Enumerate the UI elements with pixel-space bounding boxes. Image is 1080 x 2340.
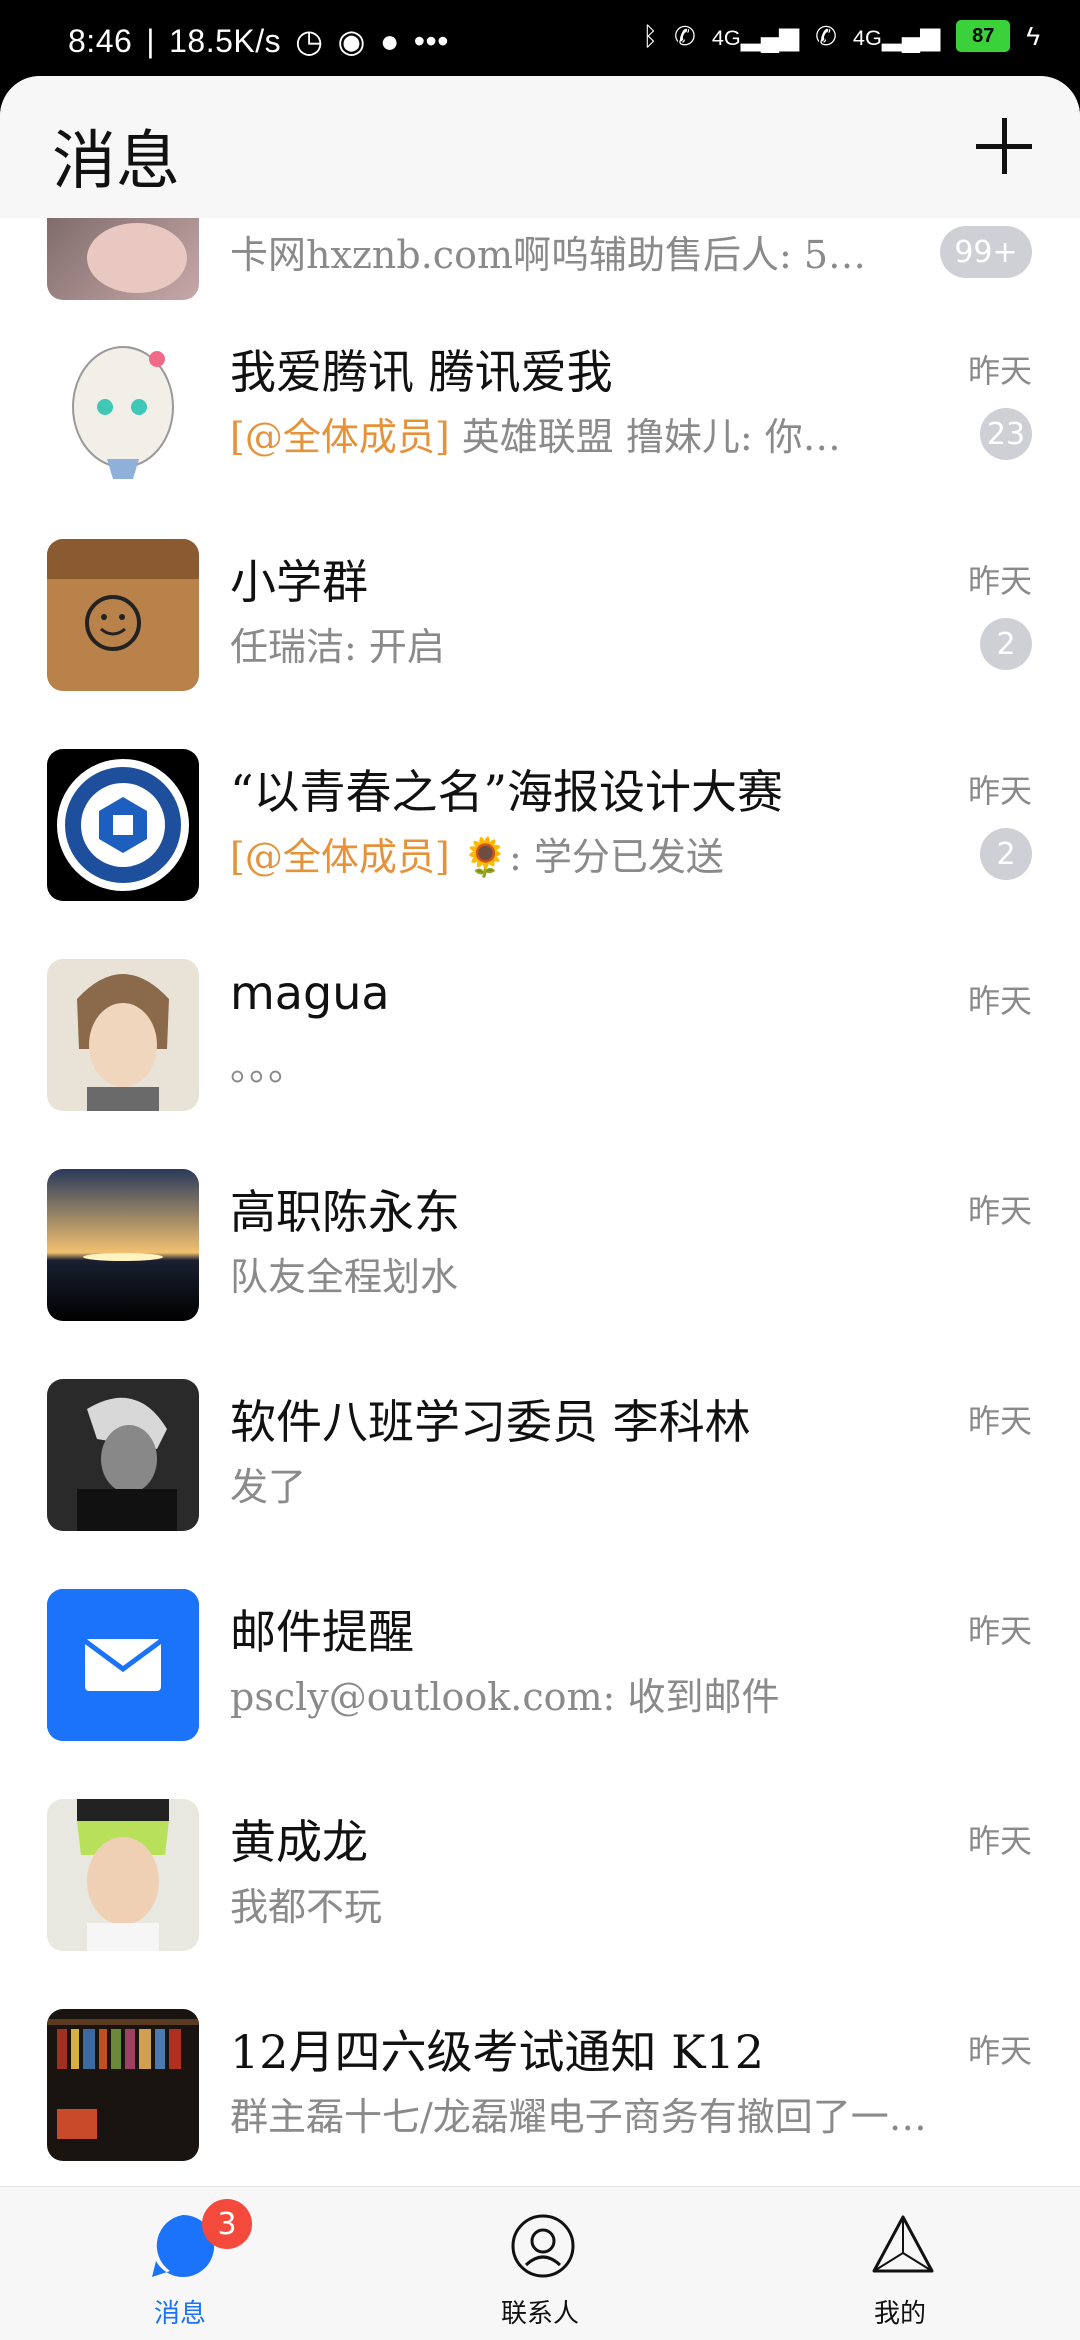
weibo-icon: ◉ [337, 23, 366, 59]
avatar [47, 1379, 199, 1531]
unread-count-badge: 3 [202, 2199, 252, 2249]
bottom-tab-bar: 3 消息 联系人 我的 [0, 2186, 1080, 2340]
preview-text: 英雄联盟 撸妹儿: 你… [449, 415, 841, 459]
avatar [47, 1169, 199, 1321]
conversation-time: 昨天 [967, 772, 1032, 810]
conversation-time: 昨天 [967, 562, 1032, 600]
status-left: 8:46 | 18.5K/s ◷ ◉ ● ••• [68, 22, 449, 60]
avatar [47, 329, 199, 481]
mail-icon [47, 1589, 199, 1741]
unread-badge: 23 [980, 408, 1032, 460]
conversation-time: 昨天 [967, 1192, 1032, 1230]
preview-text: 🌻: 学分已发送 [449, 835, 724, 879]
tab-label: 消息 [153, 2299, 206, 2329]
conversation-preview: 卡网hxznb.com啊呜辅助售后人: 5… [230, 233, 867, 277]
conversation-name: 小学群 [230, 555, 368, 609]
conversation-name: 高职陈永东 [230, 1185, 460, 1239]
top-bar: 消息 [0, 76, 1080, 218]
avatar [47, 749, 199, 901]
status-speed: 18.5K/s [169, 22, 282, 59]
conversation-preview: 我都不玩 [230, 1885, 383, 1929]
conversation-preview: pscly@outlook.com: 收到邮件 [230, 1675, 780, 1719]
tab-label: 我的 [873, 2299, 926, 2329]
conversation-item-poster-contest[interactable]: “以青春之名”海报设计大赛 [@全体成员] 🌻: 学分已发送 昨天 2 [0, 720, 1080, 930]
messages-screen: 消息 卡网hxznb.com啊呜辅助售后人: 5… 99+ 我爱腾讯 腾讯爱我 … [0, 76, 1080, 2340]
unread-badge: 2 [980, 618, 1032, 670]
me-triangle-icon [872, 2215, 934, 2273]
bluetooth-icon: ᛒ [642, 20, 659, 51]
conversation-time: 昨天 [967, 1822, 1032, 1860]
page-title: 消息 [52, 125, 180, 199]
tab-label: 联系人 [500, 2299, 579, 2329]
conversation-preview: 队友全程划水 [230, 1255, 459, 1299]
mention-tag: [@全体成员] [230, 415, 450, 459]
mention-tag: [@全体成员] [230, 835, 450, 879]
conversation-item-likelin[interactable]: 软件八班学习委员 李科林 发了 昨天 [0, 1350, 1080, 1560]
conversation-name: “以青春之名”海报设计大赛 [230, 765, 784, 819]
conversation-time: 昨天 [967, 1612, 1032, 1650]
tab-me[interactable]: 我的 [720, 2187, 1080, 2340]
status-time: 8:46 [68, 22, 133, 59]
conversation-preview: 群主磊十七/龙磊耀电子商务有撤回了一… [230, 2095, 927, 2139]
more-notifications-icon: ••• [413, 22, 449, 59]
conversation-item-huangchenglong[interactable]: 黄成龙 我都不玩 昨天 [0, 1770, 1080, 1980]
conversation-time: 昨天 [967, 982, 1032, 1020]
signal1-icon: 4G▂▄▆ [711, 20, 800, 51]
conversation-time: 昨天 [967, 1402, 1032, 1440]
wechat-icon: ● [379, 22, 400, 59]
alarm-icon: ◷ [295, 23, 324, 59]
conversation-item-kawang[interactable]: 卡网hxznb.com啊呜辅助售后人: 5… 99+ [0, 218, 1080, 300]
avatar [47, 218, 199, 300]
plus-icon[interactable] [976, 118, 1032, 174]
status-bar: 8:46 | 18.5K/s ◷ ◉ ● ••• ᛒ ✆ 4G▂▄▆ ✆ 4G▂… [0, 0, 1080, 80]
conversation-preview: 发了 [230, 1465, 307, 1509]
network1-label: 4G [711, 24, 741, 50]
conversation-preview: [@全体成员] 🌻: 学分已发送 [230, 826, 724, 881]
conversation-preview: 。。。 [230, 1045, 307, 1089]
avatar [47, 2009, 199, 2161]
conversation-item-woaitengxun[interactable]: 我爱腾讯 腾讯爱我 [@全体成员] 英雄联盟 撸妹儿: 你… 昨天 23 [0, 300, 1080, 510]
status-right: ᛒ ✆ 4G▂▄▆ ✆ 4G▂▄▆ 87 ϟ [642, 20, 1040, 52]
tab-contacts[interactable]: 联系人 [360, 2187, 720, 2340]
charging-icon: ϟ [1026, 20, 1040, 51]
call2-icon: ✆ [815, 20, 837, 51]
conversation-name: magua [230, 966, 390, 1020]
contacts-icon [511, 2214, 575, 2278]
unread-badge: 99+ [940, 226, 1032, 278]
conversation-name: 软件八班学习委员 李科林 [230, 1395, 751, 1449]
conversation-name: 黄成龙 [230, 1815, 368, 1869]
conversation-name: 我爱腾讯 腾讯爱我 [230, 345, 613, 399]
conversation-preview: 任瑞洁: 开启 [230, 625, 445, 669]
conversation-item-xiaoxuequn[interactable]: 小学群 任瑞洁: 开启 昨天 2 [0, 510, 1080, 720]
conversation-item-gaozhi[interactable]: 高职陈永东 队友全程划水 昨天 [0, 1140, 1080, 1350]
unread-badge: 2 [980, 828, 1032, 880]
avatar [47, 1799, 199, 1951]
conversation-time: 昨天 [967, 2032, 1032, 2070]
status-separator: | [146, 22, 156, 59]
signal2-icon: 4G▂▄▆ [852, 20, 941, 51]
conversation-preview: [@全体成员] 英雄联盟 撸妹儿: 你… [230, 406, 841, 461]
conversation-name: 12月四六级考试通知 K12 [230, 2025, 765, 2079]
conversation-item-mail-reminder[interactable]: 邮件提醒 pscly@outlook.com: 收到邮件 昨天 [0, 1560, 1080, 1770]
tab-messages[interactable]: 3 消息 [0, 2187, 360, 2340]
conversation-item-cet-notice[interactable]: 12月四六级考试通知 K12 群主磊十七/龙磊耀电子商务有撤回了一… 昨天 [0, 1980, 1080, 2190]
conversation-list[interactable]: 卡网hxznb.com啊呜辅助售后人: 5… 99+ 我爱腾讯 腾讯爱我 [@全… [0, 218, 1080, 2190]
avatar [47, 959, 199, 1111]
conversation-name: 邮件提醒 [230, 1605, 414, 1659]
network2-label: 4G [852, 24, 882, 50]
conversation-item-magua[interactable]: magua 。。。 昨天 [0, 930, 1080, 1140]
battery-icon: 87 [956, 20, 1011, 52]
avatar [47, 539, 199, 691]
conversation-time: 昨天 [967, 352, 1032, 390]
call-icon: ✆ [674, 20, 696, 51]
